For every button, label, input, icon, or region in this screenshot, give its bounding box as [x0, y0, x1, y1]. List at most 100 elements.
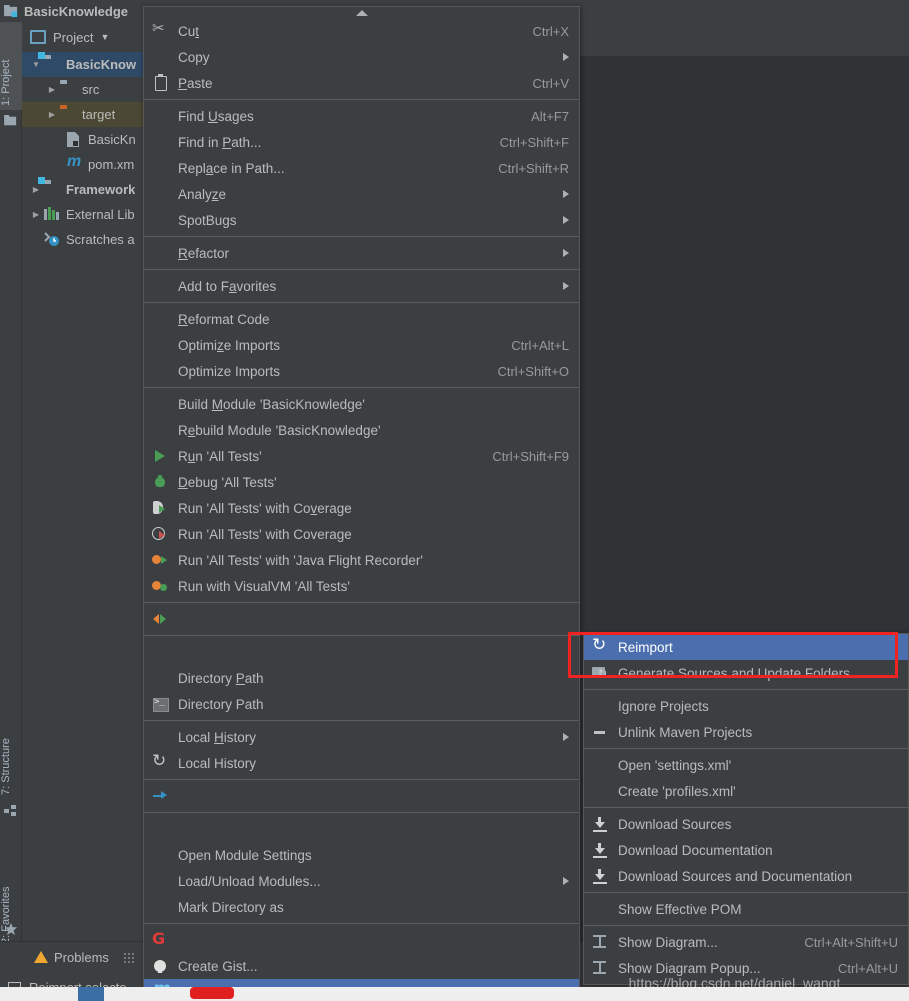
- sidebar-tab-project[interactable]: 1: Project: [0, 22, 22, 110]
- taskbar-item-blue[interactable]: [78, 987, 104, 1001]
- submenu-item-download-sources-and-documentation[interactable]: Download Sources and Documentation: [584, 863, 908, 889]
- menu-separator: [144, 720, 579, 721]
- submenu-item-generate-sources[interactable]: Generate Sources and Update Folders: [584, 660, 908, 686]
- submenu-item-create-profiles-xml[interactable]: Create 'profiles.xml': [584, 778, 908, 804]
- menu-item-create-gist-gitlab[interactable]: [144, 927, 579, 953]
- submenu-arrow-icon: [563, 282, 569, 290]
- context-menu[interactable]: Cut Ctrl+X Copy Paste Ctrl+V Find Usages…: [143, 6, 580, 1001]
- menu-item-label: SpotBugs: [178, 212, 237, 228]
- menu-item-label: Run 'All Tests' with 'Java Flight Record…: [178, 552, 423, 568]
- menu-item-run-with-jfr[interactable]: Run 'All Tests' with Coverage: [144, 521, 579, 547]
- menu-item-load-unload-modules[interactable]: Open Module Settings: [144, 842, 579, 868]
- menu-item-label: Add to Favorites: [178, 278, 277, 294]
- submenu-item-download-sources[interactable]: Download Sources: [584, 811, 908, 837]
- menu-item-label: Cut: [178, 23, 200, 39]
- submenu-arrow-icon: [563, 733, 569, 741]
- submenu-item-label: Create 'profiles.xml': [618, 783, 736, 799]
- project-icon: [4, 114, 18, 128]
- spacer-icon: [152, 186, 170, 202]
- gitlab-gist-icon: [152, 929, 170, 948]
- menu-item-analyze[interactable]: Analyze: [144, 181, 579, 207]
- menu-item-create-all-tests[interactable]: [144, 606, 579, 632]
- menu-item-run-with-visualvm[interactable]: Run 'All Tests' with 'Java Flight Record…: [144, 547, 579, 573]
- submenu-arrow-icon: [563, 877, 569, 885]
- menu-item-label: Reformat Code: [178, 311, 270, 327]
- coverage-icon: [152, 500, 170, 516]
- menu-item-find-in-path[interactable]: Find in Path... Ctrl+Shift+F: [144, 129, 579, 155]
- problems-label: Problems: [54, 949, 109, 965]
- menu-item-find-usages[interactable]: Find Usages Alt+F7: [144, 103, 579, 129]
- submenu-item-open-settings-xml[interactable]: Open 'settings.xml': [584, 752, 908, 778]
- menu-item-label: Find Usages: [178, 108, 254, 124]
- expand-arrow-icon[interactable]: ▶: [44, 110, 60, 119]
- menu-item-show-in-explorer[interactable]: [144, 639, 579, 665]
- taskbar-item-red[interactable]: [190, 987, 234, 999]
- menu-item-open-module-settings[interactable]: [144, 816, 579, 842]
- resize-grip-icon[interactable]: [122, 951, 134, 963]
- menu-item-label: Replace in Path...: [178, 160, 285, 176]
- menu-item-remove-bom[interactable]: Mark Directory as: [144, 894, 579, 920]
- expand-arrow-icon[interactable]: ▼: [28, 60, 44, 69]
- menu-item-spotbugs[interactable]: SpotBugs: [144, 207, 579, 233]
- tree-item-label: pom.xm: [88, 157, 135, 172]
- menu-item-label: Optimize Imports: [178, 337, 281, 353]
- spacer-icon: [152, 847, 170, 863]
- submenu-item-show-effective-pom[interactable]: Show Effective POM: [584, 896, 908, 922]
- folder-orange-icon: [60, 107, 77, 122]
- menu-item-shortcut: Ctrl+Alt+L: [511, 337, 569, 353]
- spacer-icon: [152, 49, 170, 65]
- menu-item-open-in-terminal[interactable]: Directory Path: [144, 691, 579, 717]
- submenu-item-download-documentation[interactable]: Download Documentation: [584, 837, 908, 863]
- menu-item-run-all-tests[interactable]: Run 'All Tests' Ctrl+Shift+F9: [144, 443, 579, 469]
- menu-separator: [584, 925, 908, 926]
- menu-separator: [584, 807, 908, 808]
- menu-item-replace-in-path[interactable]: Replace in Path... Ctrl+Shift+R: [144, 155, 579, 181]
- menu-item-local-history[interactable]: Local History: [144, 724, 579, 750]
- menu-item-paste[interactable]: Paste Ctrl+V: [144, 70, 579, 96]
- submenu-item-reimport[interactable]: Reimport: [584, 634, 908, 660]
- spacer-icon: [152, 160, 170, 176]
- module-folder-icon: [38, 177, 61, 197]
- reload-icon: [152, 751, 170, 771]
- menu-item-label: Mark Directory as: [178, 899, 284, 915]
- menu-item-remove-module[interactable]: Optimize Imports Ctrl+Shift+O: [144, 358, 579, 384]
- maven-submenu[interactable]: Reimport Generate Sources and Update Fol…: [583, 633, 909, 985]
- menu-item-reformat-code[interactable]: Reformat Code: [144, 306, 579, 332]
- menu-item-refactor[interactable]: Refactor: [144, 240, 579, 266]
- spacer-icon: [592, 783, 610, 799]
- menu-separator: [144, 302, 579, 303]
- submenu-item-show-diagram[interactable]: Show Diagram... Ctrl+Alt+Shift+U: [584, 929, 908, 955]
- submenu-item-label: Download Sources: [618, 816, 732, 832]
- menu-item-rebuild-module[interactable]: Rebuild Module 'BasicKnowledge': [144, 417, 579, 443]
- menu-scroll-up-arrow[interactable]: [144, 7, 579, 18]
- menu-item-copy[interactable]: Copy: [144, 44, 579, 70]
- menu-item-build-module[interactable]: Build Module 'BasicKnowledge': [144, 391, 579, 417]
- expand-arrow-icon[interactable]: ▶: [44, 85, 60, 94]
- spacer-icon: [152, 108, 170, 124]
- menu-item-directory-path[interactable]: Directory Path: [144, 665, 579, 691]
- tree-item-label: External Lib: [66, 207, 135, 222]
- menu-item-debug-all-tests[interactable]: Debug 'All Tests': [144, 469, 579, 495]
- spacer-icon: [152, 644, 170, 660]
- diagram-icon: [592, 934, 610, 950]
- menu-item-run-with-coverage[interactable]: Run 'All Tests' with Coverage: [144, 495, 579, 521]
- chevron-down-icon[interactable]: ▼: [100, 32, 109, 42]
- menu-item-mark-directory-as[interactable]: Load/Unload Modules...: [144, 868, 579, 894]
- menu-item-cut[interactable]: Cut Ctrl+X: [144, 18, 579, 44]
- spacer-icon: [152, 729, 170, 745]
- menu-item-add-to-favorites[interactable]: Add to Favorites: [144, 273, 579, 299]
- expand-arrow-icon[interactable]: ▶: [28, 210, 44, 219]
- window-title: BasicKnowledge: [24, 3, 129, 19]
- sidebar-tab-structure[interactable]: 7: Structure: [0, 694, 22, 799]
- spacer-icon: [152, 873, 170, 889]
- submenu-item-ignore-projects[interactable]: Ignore Projects: [584, 693, 908, 719]
- menu-item-reload-from-disk[interactable]: Local History: [144, 750, 579, 776]
- menu-item-debug-with-visualvm[interactable]: Run with VisualVM 'All Tests': [144, 573, 579, 599]
- menu-item-label: Rebuild Module 'BasicKnowledge': [178, 422, 381, 438]
- menu-item-optimize-imports[interactable]: Optimize Imports Ctrl+Alt+L: [144, 332, 579, 358]
- submenu-item-label: Download Documentation: [618, 842, 773, 858]
- expand-arrow-icon[interactable]: ▶: [28, 185, 44, 194]
- menu-item-compare-with[interactable]: [144, 783, 579, 809]
- submenu-item-unlink-maven-projects[interactable]: Unlink Maven Projects: [584, 719, 908, 745]
- menu-item-create-gist-github[interactable]: Create Gist...: [144, 953, 579, 979]
